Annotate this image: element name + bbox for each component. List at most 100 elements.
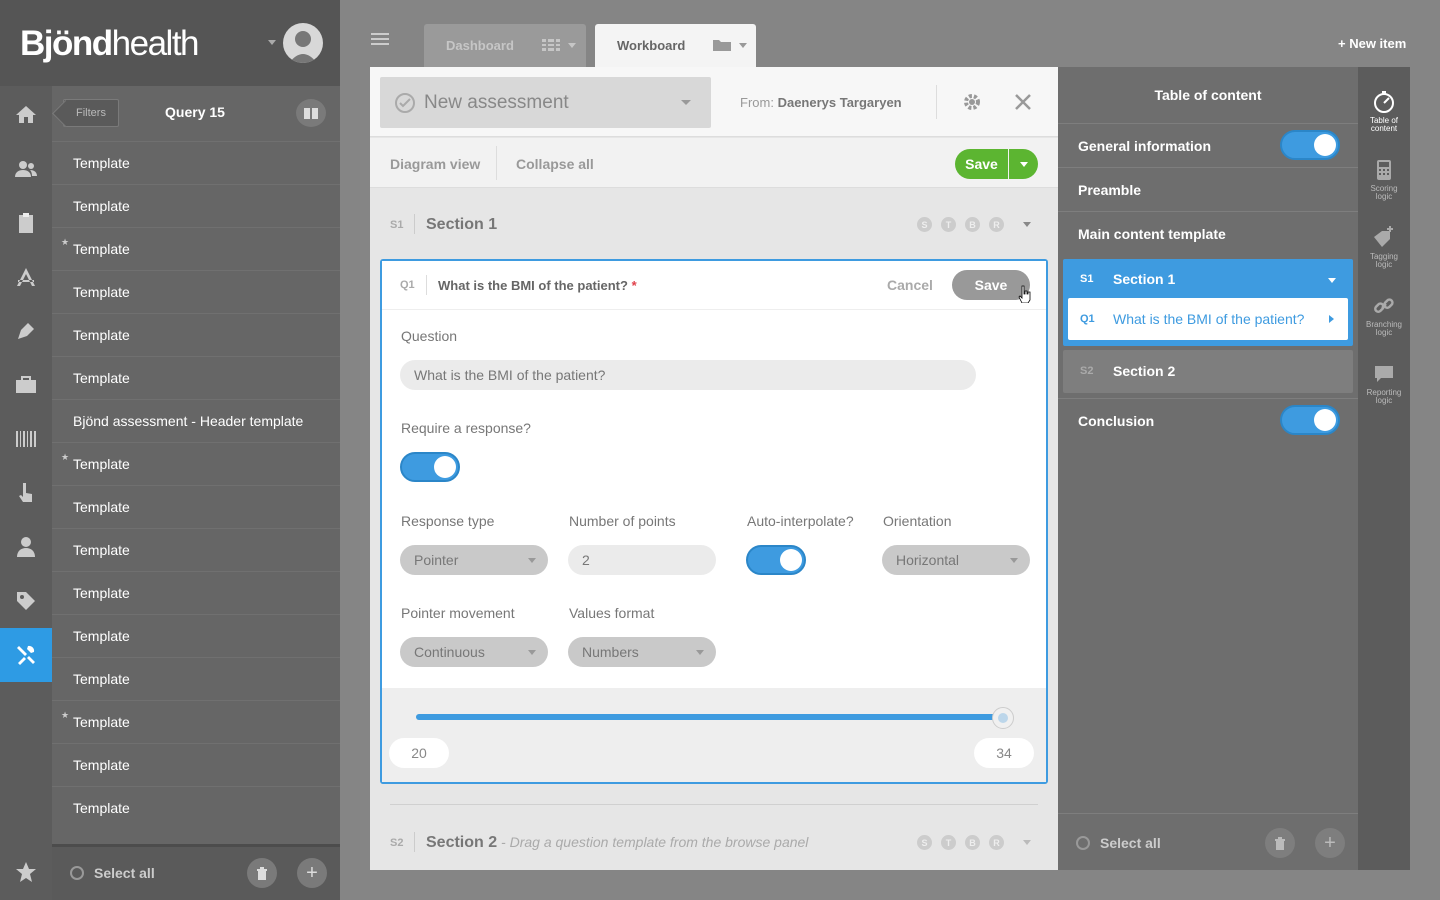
chevron-down-icon[interactable]	[739, 43, 747, 48]
list-item[interactable]: Bjönd assessment - Header template	[52, 399, 340, 442]
bjond-health-logo[interactable]: Bjöndhealth	[20, 24, 200, 64]
list-item[interactable]: Template	[52, 141, 340, 184]
toc-question-1[interactable]: Q1 What is the BMI of the patient?	[1068, 298, 1348, 340]
list-item[interactable]: Template	[52, 485, 340, 528]
book-icon[interactable]	[296, 99, 326, 127]
list-item-label: Template	[73, 327, 130, 343]
scoring-badge[interactable]: S	[917, 217, 932, 232]
avatar[interactable]	[283, 23, 323, 63]
list-item[interactable]: ★ Template	[52, 700, 340, 743]
pointer-movement-select[interactable]: Continuous	[400, 637, 548, 667]
tag-plus-icon	[1374, 226, 1393, 247]
section-2-row[interactable]: S2 Section 2 - Drag a question template …	[390, 818, 1038, 866]
filters-button[interactable]: Filters	[63, 99, 119, 127]
list-item[interactable]: Template	[52, 786, 340, 829]
toc-section-2[interactable]: S2 Section 2	[1063, 350, 1353, 393]
number-of-points-input[interactable]: 2	[568, 545, 716, 575]
close-icon[interactable]	[1014, 93, 1032, 114]
add-icon[interactable]: +	[1315, 828, 1345, 858]
slider-min-value[interactable]: 20	[389, 738, 449, 768]
new-item-button[interactable]: + New item	[1338, 36, 1406, 51]
reporting-badge[interactable]: R	[989, 217, 1004, 232]
branching-badge[interactable]: B	[965, 217, 980, 232]
star-icon[interactable]: ★	[61, 237, 69, 248]
section-1-row[interactable]: S1 Section 1 S T B R	[390, 200, 1038, 248]
collapse-all-link[interactable]: Collapse all	[516, 156, 594, 172]
app-store-icon[interactable]	[0, 250, 52, 304]
star-icon[interactable]	[0, 845, 52, 899]
tools-icon[interactable]	[0, 628, 52, 682]
require-response-toggle[interactable]	[400, 452, 460, 482]
cancel-button[interactable]: Cancel	[887, 277, 933, 293]
question-input[interactable]: What is the BMI of the patient?	[400, 360, 976, 390]
conclusion-toggle[interactable]	[1280, 405, 1340, 435]
list-item[interactable]: Template	[52, 313, 340, 356]
pen-icon[interactable]	[0, 304, 52, 358]
divider	[414, 832, 415, 852]
star-icon[interactable]: ★	[61, 710, 69, 721]
slider-handle[interactable]	[992, 707, 1014, 729]
star-icon[interactable]: ★	[61, 452, 69, 463]
slider-max-value[interactable]: 34	[974, 738, 1034, 768]
tab-workboard[interactable]: Workboard	[595, 24, 756, 67]
list-item[interactable]: Template	[52, 657, 340, 700]
hamburger-menu-icon[interactable]	[370, 29, 394, 49]
tag-icon[interactable]	[0, 574, 52, 628]
side-tagging-logic[interactable]: Tagging logic	[1358, 216, 1410, 284]
chevron-down-icon[interactable]	[1328, 278, 1336, 283]
toggle-knob	[1314, 134, 1336, 156]
briefcase-icon[interactable]	[0, 358, 52, 412]
list-item[interactable]: Template	[52, 743, 340, 786]
slider-track[interactable]	[416, 714, 1004, 720]
diagram-view-link[interactable]: Diagram view	[390, 156, 480, 172]
list-item[interactable]: Template	[52, 571, 340, 614]
chevron-down-icon[interactable]	[568, 43, 576, 48]
list-item[interactable]: Template	[52, 184, 340, 227]
save-options-button[interactable]	[1009, 149, 1038, 179]
gear-icon[interactable]	[962, 92, 982, 115]
side-branching-logic[interactable]: Branching logic	[1358, 284, 1410, 352]
tagging-badge[interactable]: T	[941, 835, 956, 850]
save-button[interactable]: Save	[955, 149, 1008, 179]
side-table-of-content[interactable]: Table of content	[1358, 80, 1410, 148]
orientation-select[interactable]: Horizontal	[882, 545, 1030, 575]
clipboard-icon[interactable]	[0, 196, 52, 250]
select-all-radio[interactable]	[70, 866, 84, 880]
select-all-radio[interactable]	[1076, 836, 1090, 850]
chevron-right-icon[interactable]	[1329, 315, 1334, 323]
list-item[interactable]: Template	[52, 270, 340, 313]
scoring-badge[interactable]: S	[917, 835, 932, 850]
trash-icon[interactable]	[1265, 828, 1295, 858]
tagging-badge[interactable]: T	[941, 217, 956, 232]
barcode-icon[interactable]	[0, 412, 52, 466]
reporting-badge[interactable]: R	[989, 835, 1004, 850]
home-icon[interactable]	[0, 88, 52, 142]
person-icon[interactable]	[0, 520, 52, 574]
link-icon	[1374, 298, 1394, 313]
chevron-down-icon[interactable]	[1023, 840, 1031, 845]
list-item[interactable]: ★ Template	[52, 442, 340, 485]
list-item[interactable]: ★ Template	[52, 227, 340, 270]
general-information-toggle[interactable]	[1280, 130, 1340, 160]
chevron-down-icon[interactable]	[1023, 222, 1031, 227]
side-reporting-logic[interactable]: Reporting logic	[1358, 352, 1410, 420]
chevron-down-icon[interactable]	[268, 40, 276, 45]
list-item[interactable]: Template	[52, 614, 340, 657]
values-format-select[interactable]: Numbers	[568, 637, 716, 667]
assessment-title-select[interactable]: New assessment	[380, 77, 711, 128]
users-icon[interactable]	[0, 142, 52, 196]
add-icon[interactable]: +	[297, 858, 327, 888]
response-type-select[interactable]: Pointer	[400, 545, 548, 575]
orientation-label: Orientation	[883, 513, 952, 529]
touch-icon[interactable]	[0, 466, 52, 520]
auto-interpolate-toggle[interactable]	[746, 545, 806, 575]
side-scoring-logic[interactable]: Scoring logic	[1358, 148, 1410, 216]
list-item[interactable]: Template	[52, 356, 340, 399]
list-item[interactable]: Template	[52, 528, 340, 571]
tab-dashboard[interactable]: Dashboard	[424, 24, 586, 67]
list-item-label: Template	[73, 198, 130, 214]
branching-badge[interactable]: B	[965, 835, 980, 850]
toc-preamble[interactable]: Preamble	[1058, 167, 1358, 211]
toc-main-content-template[interactable]: Main content template	[1058, 211, 1358, 255]
trash-icon[interactable]	[247, 858, 277, 888]
